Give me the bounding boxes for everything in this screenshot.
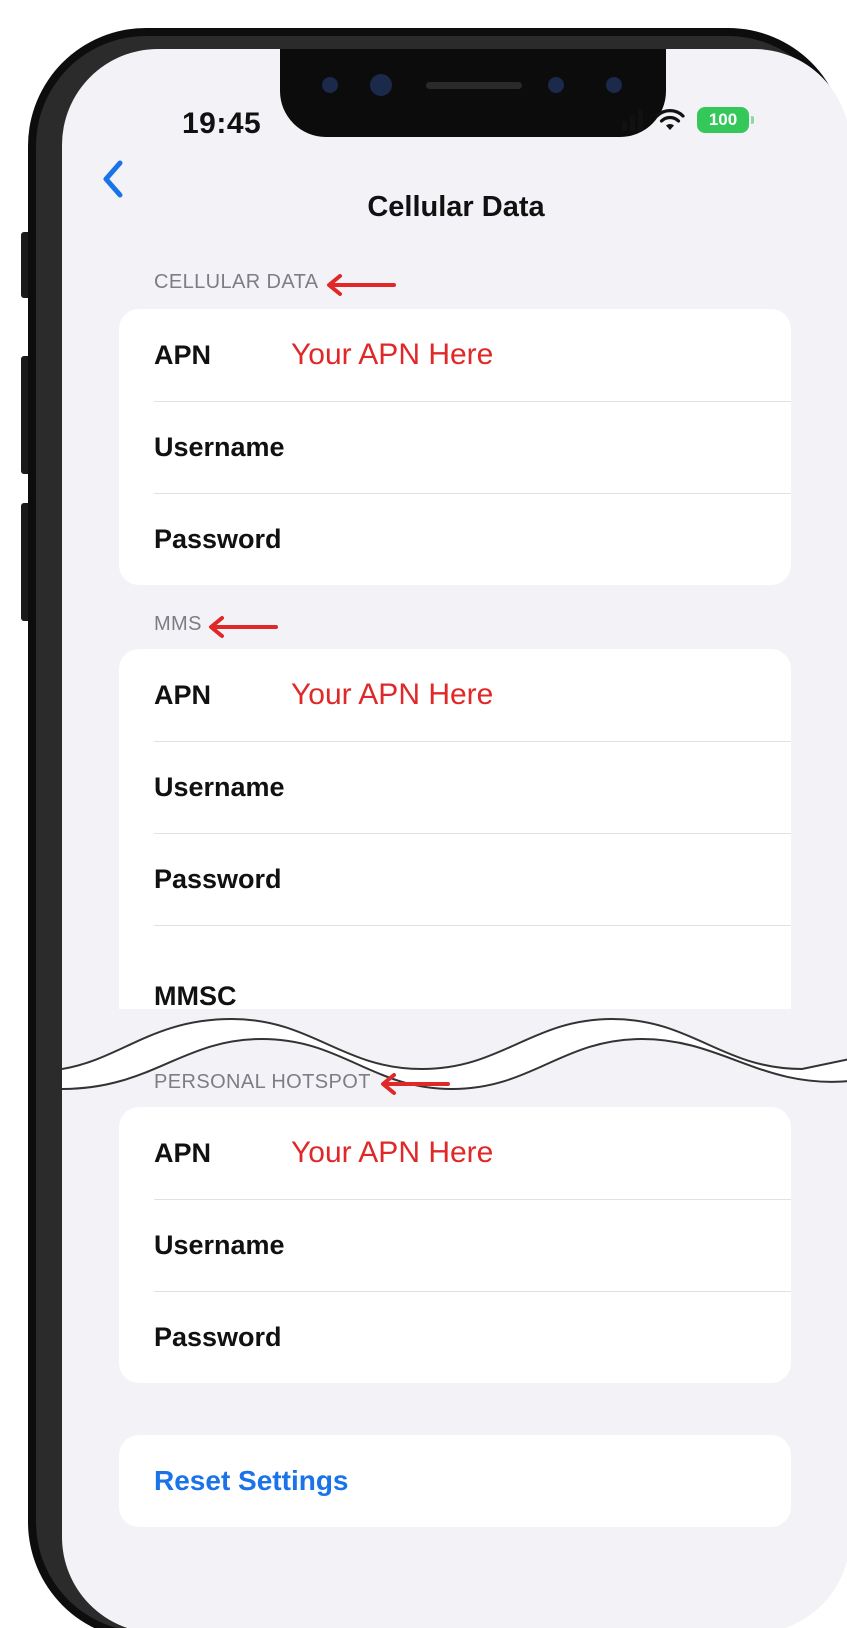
row-label: APN bbox=[154, 339, 212, 370]
row-label: MMSC bbox=[154, 981, 237, 1009]
mms-group: APN Your APN Here Username Password MMSC bbox=[119, 649, 791, 1009]
sensor-icon bbox=[322, 77, 338, 93]
status-indicators: 100 bbox=[622, 107, 754, 133]
row-username[interactable]: Username bbox=[119, 1199, 791, 1291]
row-apn[interactable]: APN Your APN Here bbox=[119, 1107, 791, 1199]
row-password[interactable]: Password bbox=[119, 493, 791, 585]
row-password[interactable]: Password bbox=[119, 833, 791, 925]
row-label: Username bbox=[154, 431, 285, 462]
notch bbox=[280, 49, 666, 137]
arrow-left-icon bbox=[381, 1073, 450, 1095]
row-apn[interactable]: APN Your APN Here bbox=[119, 309, 791, 401]
sensor-icon bbox=[606, 77, 622, 93]
arrow-left-icon bbox=[209, 616, 278, 638]
cellular-data-group: APN Your APN Here Username Password bbox=[119, 309, 791, 585]
wifi-icon bbox=[655, 109, 685, 130]
row-label: Username bbox=[154, 771, 285, 802]
personal-hotspot-group: APN Your APN Here Username Password bbox=[119, 1107, 791, 1383]
row-label: Password bbox=[154, 523, 282, 554]
row-label: APN bbox=[154, 679, 212, 710]
signal-icon bbox=[622, 109, 643, 131]
apn-field[interactable]: Your APN Here bbox=[291, 678, 493, 712]
section-header-cellular-data: CELLULAR DATA bbox=[154, 271, 319, 293]
battery-icon: 100 bbox=[697, 107, 754, 133]
screen: 19:45 100 Cellular Data CELLULAR DATA AP… bbox=[62, 49, 847, 1628]
apn-field[interactable]: Your APN Here bbox=[291, 1136, 493, 1170]
row-label: Password bbox=[154, 863, 282, 894]
speaker-grille bbox=[426, 82, 522, 89]
row-password[interactable]: Password bbox=[119, 1291, 791, 1383]
section-header-mms: MMS bbox=[154, 613, 202, 635]
row-label: APN bbox=[154, 1137, 212, 1168]
row-label: Password bbox=[154, 1321, 282, 1352]
page-break-wave bbox=[62, 1017, 847, 1091]
apn-field[interactable]: Your APN Here bbox=[291, 338, 493, 372]
reset-settings-group: Reset Settings bbox=[119, 1435, 791, 1527]
sensor-icon bbox=[548, 77, 564, 93]
status-time: 19:45 bbox=[182, 107, 262, 140]
reset-settings-button[interactable]: Reset Settings bbox=[154, 1465, 349, 1497]
row-label: Username bbox=[154, 1229, 285, 1260]
row-apn[interactable]: APN Your APN Here bbox=[119, 649, 791, 741]
section-header-personal-hotspot: PERSONAL HOTSPOT bbox=[154, 1071, 371, 1093]
arrow-left-icon bbox=[327, 274, 396, 296]
row-username[interactable]: Username bbox=[119, 741, 791, 833]
row-username[interactable]: Username bbox=[119, 401, 791, 493]
camera-icon bbox=[370, 74, 392, 96]
row-mmsc[interactable]: MMSC bbox=[119, 925, 791, 1009]
page-title: Cellular Data bbox=[367, 191, 545, 223]
